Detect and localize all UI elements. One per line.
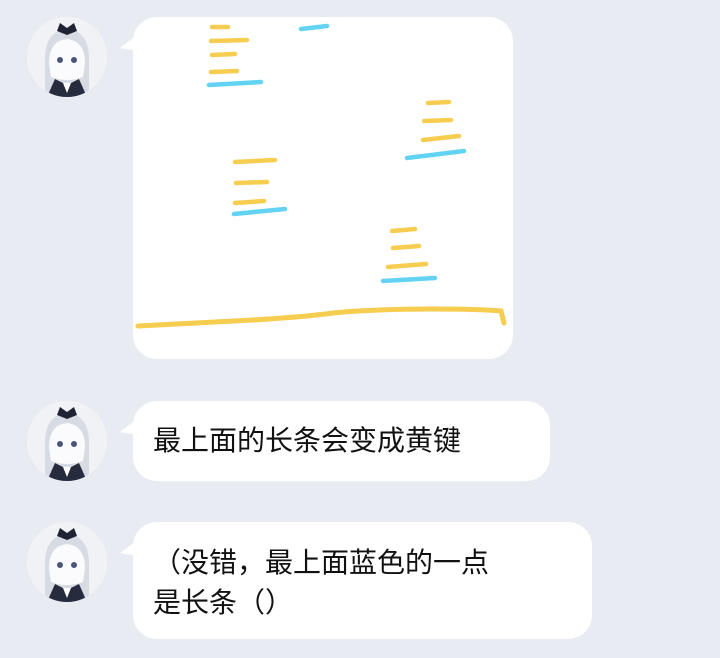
anime-girl-avatar-icon[interactable]: [27, 522, 107, 602]
anime-girl-avatar-icon[interactable]: [27, 401, 107, 481]
rhythm-game-sketch: [135, 23, 507, 329]
avatar-portrait-drawing: [27, 522, 107, 602]
image-message[interactable]: [133, 17, 513, 359]
text-message[interactable]: 最上面的长条会变成黄键: [133, 401, 550, 481]
text-message[interactable]: （没错，最上面蓝色的一点 是长条（）: [133, 522, 592, 639]
avatar-portrait-drawing: [27, 401, 107, 481]
anime-girl-avatar-icon[interactable]: [27, 17, 107, 97]
chat-thread: 最上面的长条会变成黄键 （没错，最上面蓝色的一点 是长条（）: [0, 0, 720, 658]
avatar-portrait-drawing: [27, 17, 107, 97]
